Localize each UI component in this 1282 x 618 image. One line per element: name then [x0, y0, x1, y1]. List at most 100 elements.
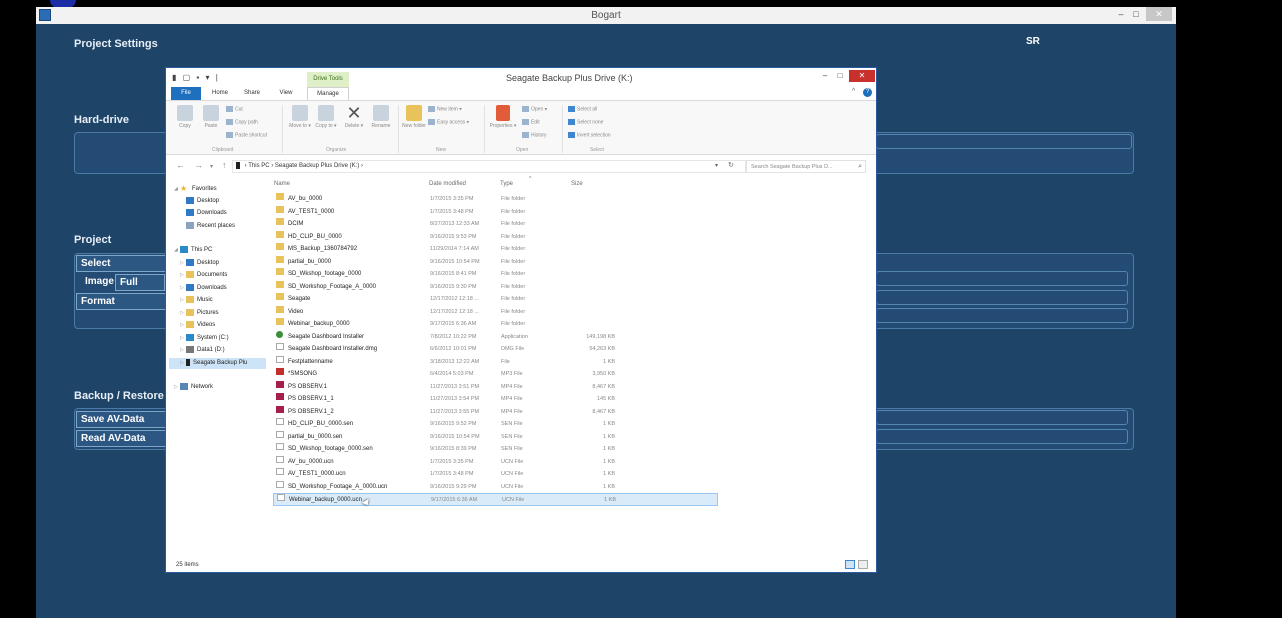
format-button[interactable]: Format [76, 293, 166, 310]
new-folder-button[interactable]: New folder [402, 105, 426, 129]
nav-pc-desktop[interactable]: ▷ Desktop [180, 258, 219, 269]
file-row[interactable]: PS OBSERV.1_1 11/27/2013 3:54 PM MP4 File 1… [273, 393, 718, 406]
address-bar-row: ← → ▾ ↑ › This PC › Seagate Backup Plus … [166, 158, 876, 175]
nav-system-c[interactable]: ▷ System (C:) [180, 333, 229, 344]
file-row[interactable]: SD_Workshop_Footage_A_0000.ucn 9/16/2015 … [273, 480, 718, 494]
column-header-name[interactable]: Name [274, 181, 290, 187]
nav-network[interactable]: ▷ Network [174, 382, 213, 393]
nav-data1-d[interactable]: ▷ Data1 (D:) [180, 345, 225, 356]
breadcrumb-drive[interactable]: Seagate Backup Plus Drive (K:) [275, 163, 359, 169]
nav-videos[interactable]: ▷ Videos [180, 320, 215, 331]
tab-share[interactable]: Share [240, 87, 264, 100]
file-row[interactable]: partial_bu_0000 9/16/2015 10:54 PM File fo… [273, 255, 718, 269]
address-dropdown-button[interactable]: ▾ [715, 162, 718, 169]
ribbon-collapse-icon[interactable]: ^ [852, 88, 855, 95]
edit-button[interactable]: Edit [522, 119, 540, 125]
quick-access-toolbar[interactable]: ▮ ▢ ▪ ▾ | [172, 73, 220, 82]
delete-button[interactable]: ✕ Delete ▾ [342, 103, 366, 129]
tab-home[interactable]: Home [208, 87, 232, 100]
nav-documents[interactable]: ▷ Documents [180, 270, 227, 281]
file-row[interactable]: *SMSONG 6/4/2014 5:03 PM MP3 File 3,950 KB [273, 368, 718, 381]
properties-button[interactable]: Properties ▾ [488, 105, 518, 129]
file-row[interactable]: PS OBSERV.1 11/27/2013 3:51 PM MP4 File 8,4… [273, 380, 718, 394]
file-row[interactable]: HD_CLIP_BU_0000.sen 9/16/2015 9:52 PM SEN … [273, 418, 718, 431]
explorer-titlebar[interactable]: ▮ ▢ ▪ ▾ | Drive Tools Seagate Backup Plu… [166, 68, 876, 87]
nav-favorites[interactable]: ◢ ★ Favorites [174, 183, 217, 194]
tab-manage[interactable]: Manage [307, 87, 349, 100]
read-av-data-button[interactable]: Read AV-Data [76, 430, 166, 447]
file-row[interactable]: SD_Workshop_Footage_A_0000 9/16/2015 9:30… [273, 280, 718, 294]
delete-icon: ✕ [346, 103, 362, 123]
file-row[interactable]: HD_CLIP_BU_0000 9/16/2015 9:53 PM File fol… [273, 230, 718, 244]
nav-recent-places[interactable]: Recent places [186, 221, 235, 232]
file-row[interactable]: DCIM 8/27/2013 12:33 AM File folder [273, 218, 718, 231]
nav-seagate-drive[interactable]: ▷ Seagate Backup Plu [169, 358, 266, 369]
move-to-button[interactable]: Move to ▾ [288, 105, 312, 129]
select-button[interactable]: Select [76, 255, 166, 272]
bogart-maximize-button[interactable]: □ [1129, 7, 1143, 21]
refresh-button[interactable]: ↻ [728, 161, 734, 169]
save-av-data-button[interactable]: Save AV-Data [76, 411, 166, 428]
nav-music[interactable]: ▷ Music [180, 295, 213, 306]
project-settings-heading: Project Settings [74, 38, 158, 50]
tab-view[interactable]: View [274, 87, 298, 100]
open-button[interactable]: Open ▾ [522, 106, 547, 112]
file-row[interactable]: Festplattenname 3/18/2013 12:22 AM File 1 K… [273, 355, 718, 369]
file-row[interactable]: MS_Backup_1360784792 11/29/2014 7:14 AM Fi… [273, 243, 718, 256]
file-row[interactable]: Video 12/17/2012 12:18 ... File folder [273, 305, 718, 319]
image-full-button[interactable]: Full [115, 274, 165, 291]
up-button[interactable]: ↑ [222, 160, 227, 170]
cut-button[interactable]: Cut [226, 106, 243, 112]
search-input[interactable]: Search Seagate Backup Plus D... ⌕ [746, 160, 866, 173]
column-header-date[interactable]: Date modified [429, 181, 466, 187]
file-row[interactable]: Seagate Dashboard Installer 7/8/2012 10:2… [273, 330, 718, 344]
nav-pc-downloads[interactable]: ▷ Downloads [180, 283, 227, 294]
file-row[interactable]: AV_bu_0000 1/7/2015 3:35 PM File folder [273, 193, 718, 206]
paste-shortcut-button[interactable]: Paste shortcut [226, 132, 267, 138]
file-row[interactable]: PS OBSERV.1_2 11/27/2013 3:55 PM MP4 File 8… [273, 405, 718, 419]
column-header-size[interactable]: Size [571, 181, 583, 187]
file-row[interactable]: partial_bu_0000.sen 9/16/2015 10:54 PM SEN… [273, 430, 718, 444]
explorer-close-button[interactable]: ✕ [849, 70, 875, 82]
large-icons-view-button[interactable] [858, 560, 868, 569]
new-item-button[interactable]: New item ▾ [428, 106, 462, 112]
file-row[interactable]: Seagate 12/17/2012 12:18 ... File folder [273, 293, 718, 306]
file-date-modified: 3/18/2013 12:22 AM [430, 358, 480, 365]
rename-button[interactable]: Rename [368, 105, 394, 129]
paste-button[interactable]: Paste [200, 105, 222, 129]
history-button[interactable]: History [522, 132, 547, 138]
file-row[interactable]: SD_Wkshop_footage_0000.sen 9/16/2015 8:39… [273, 443, 718, 456]
help-icon[interactable]: ? [863, 88, 872, 97]
file-row[interactable]: Seagate Dashboard Installer.dmg 6/6/2012 … [273, 343, 718, 356]
file-row[interactable]: AV_bu_0000.ucn 1/7/2015 3:35 PM UCN File 1 … [273, 455, 718, 469]
nav-pictures[interactable]: ▷ Pictures [180, 308, 219, 319]
breadcrumb-this-pc[interactable]: This PC [248, 163, 269, 169]
file-row[interactable]: SD_Wkshop_footage_0000 9/16/2015 8:41 PM F… [273, 268, 718, 281]
nav-this-pc[interactable]: ◢ This PC [174, 245, 212, 256]
recent-locations-button[interactable]: ▾ [210, 163, 213, 170]
easy-access-button[interactable]: Easy access ▾ [428, 119, 469, 125]
explorer-maximize-button[interactable]: □ [833, 70, 847, 82]
explorer-minimize-button[interactable]: – [818, 70, 832, 82]
select-none-button[interactable]: Select none [568, 119, 603, 125]
select-all-button[interactable]: Select all [568, 106, 597, 112]
invert-selection-button[interactable]: Invert selection [568, 132, 611, 138]
bogart-close-button[interactable]: ✕ [1146, 7, 1172, 21]
forward-button[interactable]: → [194, 160, 203, 170]
tab-file[interactable]: File [171, 87, 201, 100]
nav-downloads[interactable]: Downloads [186, 208, 227, 219]
user-badge[interactable]: SR [1026, 36, 1040, 47]
file-row[interactable]: Webinar_backup_0000.ucn 9/17/2015 6:36 AM… [273, 493, 718, 506]
details-view-button[interactable] [845, 560, 855, 569]
copy-to-button[interactable]: Copy to ▾ [314, 105, 338, 129]
bogart-minimize-button[interactable]: – [1114, 7, 1128, 21]
copy-path-button[interactable]: Copy path [226, 119, 258, 125]
copy-button[interactable]: Copy [174, 105, 196, 129]
file-row[interactable]: AV_TEST1_0000.ucn 1/7/2015 3:48 PM UCN Fil… [273, 468, 718, 481]
back-button[interactable]: ← [176, 160, 185, 170]
bogart-titlebar[interactable]: Bogart – □ ✕ [36, 7, 1176, 24]
file-row[interactable]: AV_TEST1_0000 1/7/2015 3:48 PM File folder [273, 205, 718, 219]
file-row[interactable]: Webinar_backup_0000 9/17/2015 6:36 AM File… [273, 318, 718, 331]
nav-desktop[interactable]: Desktop [186, 196, 219, 207]
column-header-type[interactable]: Type [500, 181, 513, 187]
